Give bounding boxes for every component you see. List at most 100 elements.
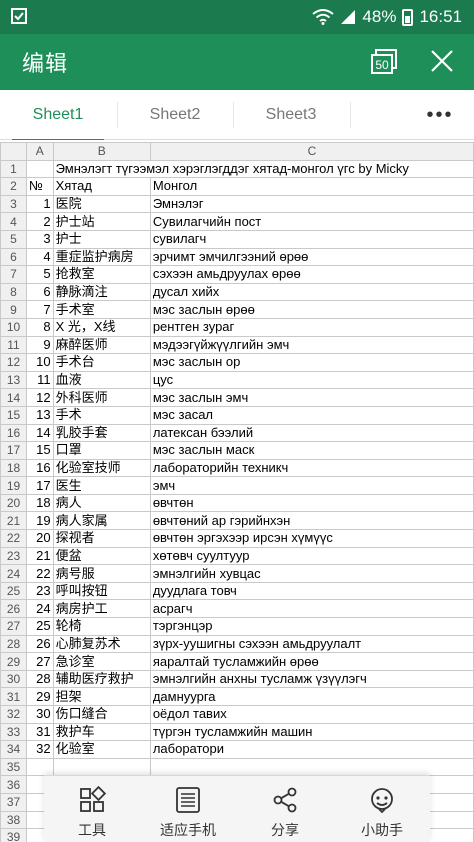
cell-c[interactable]: өвчтөн — [149, 493, 474, 513]
cell-c[interactable]: дуудлага товч — [149, 581, 474, 601]
cell-a[interactable]: 4 — [26, 247, 54, 267]
row-header[interactable]: 37 — [0, 792, 28, 812]
cell-a[interactable]: 19 — [26, 511, 54, 531]
cell-a[interactable]: 10 — [26, 353, 54, 372]
tools-button[interactable]: 工具 — [44, 776, 140, 842]
cell-a[interactable]: 31 — [26, 722, 54, 742]
cell-c[interactable]: оёдол тавих — [149, 705, 474, 724]
column-header-b[interactable]: B — [52, 142, 151, 161]
cell-b[interactable]: 重症监护病房 — [52, 247, 151, 267]
cell-b[interactable]: 呼叫按钮 — [52, 581, 151, 601]
cell-c[interactable] — [149, 757, 474, 777]
cell-c[interactable]: яаралтай тусламжийн өрөө — [149, 652, 474, 671]
cell-a[interactable]: 11 — [26, 370, 54, 390]
tab-sheet3[interactable]: Sheet3 — [233, 90, 349, 140]
cell-b[interactable]: 护士站 — [52, 212, 151, 231]
row-header[interactable]: 31 — [0, 687, 28, 706]
cell-a[interactable]: 16 — [26, 458, 54, 478]
row-header[interactable]: 5 — [0, 229, 28, 249]
row-header[interactable]: 25 — [0, 581, 28, 601]
cell-c[interactable]: мэс заслын өрөө — [149, 300, 474, 319]
row-header[interactable]: 29 — [0, 652, 28, 671]
cell-c[interactable]: мэдээгүйжүүлгийн эмч — [149, 335, 474, 355]
cell-b[interactable]: 化验室 — [52, 740, 151, 759]
row-header[interactable]: 14 — [0, 388, 28, 407]
cell-b[interactable]: 急诊室 — [52, 652, 151, 671]
cell-b[interactable]: X 光，X线 — [52, 317, 151, 337]
row-header[interactable]: 13 — [0, 370, 28, 390]
row-header[interactable]: 32 — [0, 705, 28, 724]
cell-c[interactable]: мэс заслын эмч — [149, 388, 474, 407]
cell-b[interactable]: 静脉滴注 — [52, 282, 151, 302]
cell-b[interactable]: 担架 — [52, 687, 151, 706]
corner-cell[interactable] — [0, 142, 28, 161]
cell-b[interactable]: 轮椅 — [52, 617, 151, 636]
cell-c[interactable]: эмнэлгийн хувцас — [149, 564, 474, 583]
cell-c[interactable]: дусал хийх — [149, 282, 474, 302]
cell-c[interactable]: дамнуурга — [149, 687, 474, 706]
cell-c[interactable]: рентген зураг — [149, 317, 474, 337]
row-header[interactable]: 16 — [0, 423, 28, 443]
row-header[interactable]: 36 — [0, 775, 28, 794]
cell-a[interactable]: 14 — [26, 423, 54, 443]
cell-c[interactable]: мэс заслын маск — [149, 441, 474, 460]
cell-b[interactable]: 护士 — [52, 229, 151, 249]
row-header[interactable]: 10 — [0, 317, 28, 337]
cell-a[interactable]: 17 — [26, 476, 54, 495]
cell-a[interactable]: 12 — [26, 388, 54, 407]
cell-c[interactable]: Монгол — [149, 177, 474, 196]
row-header[interactable]: 22 — [0, 529, 28, 548]
cell-c[interactable]: Эмнэлэг — [149, 194, 474, 214]
cell-a[interactable]: 7 — [26, 300, 54, 319]
tab-sheet2[interactable]: Sheet2 — [117, 90, 233, 140]
cell-b[interactable]: 医生 — [52, 476, 151, 495]
cell-a[interactable]: 27 — [26, 652, 54, 671]
cell-c[interactable]: лаборатори — [149, 740, 474, 759]
row-header[interactable]: 3 — [0, 194, 28, 214]
cell-a[interactable] — [26, 159, 54, 179]
cell-c[interactable]: мэс заслын ор — [149, 353, 474, 372]
close-icon[interactable] — [428, 47, 456, 75]
cell-c[interactable]: мэс засал — [149, 405, 474, 425]
cell-c[interactable]: лабораторийн техникч — [149, 458, 474, 478]
more-options-button[interactable]: ••• — [412, 90, 468, 140]
cell-b[interactable]: 手术 — [52, 405, 151, 425]
cell-a[interactable]: 20 — [26, 529, 54, 548]
cell-b[interactable]: 伤口缝合 — [52, 705, 151, 724]
cell-c[interactable]: өвчтөний ар гэрийнхэн — [149, 511, 474, 531]
tab-sheet1[interactable]: Sheet1 — [0, 90, 116, 141]
column-header-c[interactable]: C — [149, 142, 474, 161]
cell-b[interactable]: 医院 — [52, 194, 151, 214]
cell-a[interactable]: 32 — [26, 740, 54, 759]
row-header[interactable]: 24 — [0, 564, 28, 583]
row-header[interactable]: 7 — [0, 265, 28, 284]
cell-a[interactable] — [26, 757, 54, 777]
row-header[interactable]: 18 — [0, 458, 28, 478]
row-header[interactable]: 27 — [0, 617, 28, 636]
fit-phone-button[interactable]: 适应手机 — [140, 776, 236, 842]
cell-c[interactable]: өвчтөн эргэхээр ирсэн хүмүүс — [149, 529, 474, 548]
cell-b[interactable]: 病房护工 — [52, 599, 151, 619]
cell-b[interactable]: Хятад — [52, 177, 151, 196]
cell-c[interactable]: тэргэнцэр — [149, 617, 474, 636]
sheet-title-cell[interactable]: Эмнэлэгт түгээмэл хэрэглэгддэг хятад-мон… — [52, 159, 474, 179]
row-header[interactable]: 2 — [0, 177, 28, 196]
row-header[interactable]: 15 — [0, 405, 28, 425]
cell-b[interactable]: 麻醉医师 — [52, 335, 151, 355]
row-header[interactable]: 28 — [0, 634, 28, 654]
row-header[interactable]: 39 — [0, 828, 28, 842]
cell-c[interactable]: эрчимт эмчилгээний өрөө — [149, 247, 474, 267]
cell-c[interactable]: эмнэлгийн анхны тусламж үзүүлэгч — [149, 669, 474, 689]
cell-c[interactable]: хөтөвч суултуур — [149, 546, 474, 566]
cell-b[interactable]: 辅助医疗救护 — [52, 669, 151, 689]
row-header[interactable]: 35 — [0, 757, 28, 777]
cell-a[interactable]: 24 — [26, 599, 54, 619]
row-header[interactable]: 11 — [0, 335, 28, 355]
row-header[interactable]: 23 — [0, 546, 28, 566]
cell-a[interactable]: 6 — [26, 282, 54, 302]
cell-a[interactable]: 8 — [26, 317, 54, 337]
row-header[interactable]: 33 — [0, 722, 28, 742]
cell-a[interactable]: № — [26, 177, 54, 196]
row-header[interactable]: 20 — [0, 493, 28, 513]
cell-a[interactable]: 18 — [26, 493, 54, 513]
